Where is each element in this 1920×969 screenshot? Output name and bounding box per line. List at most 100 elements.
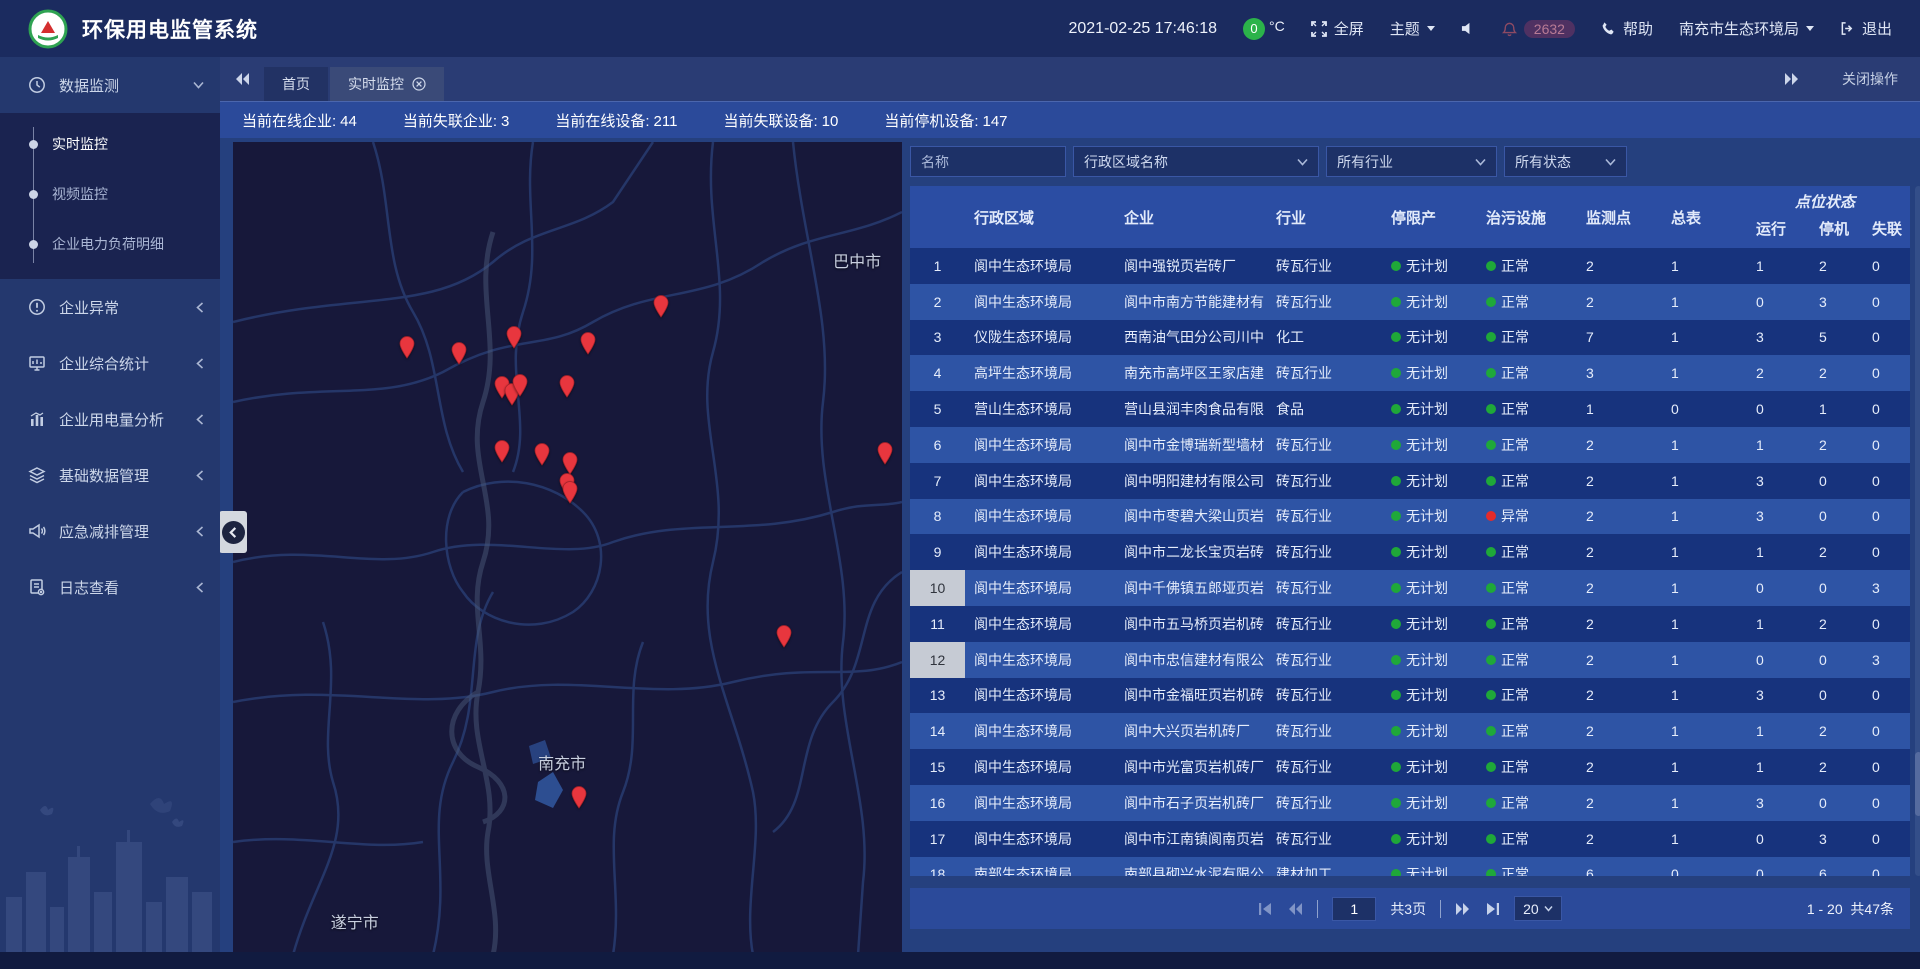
table-row[interactable]: 7阆中生态环境局阆中明阳建材有限公司砖瓦行业无计划正常21300 [910, 463, 1910, 499]
last-page-icon[interactable] [1485, 902, 1500, 916]
table-row[interactable]: 12阆中生态环境局阆中市忠信建材有限公砖瓦行业无计划正常21003 [910, 642, 1910, 678]
table-row[interactable]: 13阆中生态环境局阆中市金福旺页岩机砖砖瓦行业无计划正常21300 [910, 678, 1910, 714]
map-marker-pin[interactable] [570, 785, 588, 809]
table-row[interactable]: 11阆中生态环境局阆中市五马桥页岩机砖砖瓦行业无计划正常21120 [910, 606, 1910, 642]
tabs-scroll-left-icon[interactable] [220, 72, 264, 86]
close-icon[interactable] [412, 77, 426, 91]
table-row[interactable]: 6阆中生态环境局阆中市金博瑞新型墙材砖瓦行业无计划正常21120 [910, 427, 1910, 463]
map-marker-pin[interactable] [450, 341, 468, 365]
map-marker-pin[interactable] [533, 442, 551, 466]
map-marker-pin[interactable] [579, 331, 597, 355]
cell-limit: 无计划 [1382, 248, 1477, 284]
help-button[interactable]: 帮助 [1601, 18, 1653, 39]
sidebar-item-3[interactable]: 企业用电量分析 [0, 391, 220, 447]
sidebar-item-1[interactable]: 企业异常 [0, 279, 220, 335]
next-page-icon[interactable] [1455, 902, 1471, 916]
notifications-button[interactable]: 2632 [1502, 20, 1575, 38]
mute-button[interactable] [1461, 21, 1476, 36]
table-scrollbar[interactable] [1915, 186, 1920, 876]
cell-company: 阆中大兴页岩机砖厂 [1115, 713, 1267, 749]
page-input[interactable] [1332, 897, 1376, 921]
sidebar-subitem-0[interactable]: 实时监控 [0, 119, 220, 169]
cell-lost: 3 [1860, 570, 1910, 606]
scrollbar-thumb[interactable] [1915, 752, 1920, 816]
table-row[interactable]: 4高坪生态环境局南充市高坪区王家店建砖瓦行业无计划正常31220 [910, 355, 1910, 391]
table-row[interactable]: 14阆中生态环境局阆中大兴页岩机砖厂砖瓦行业无计划正常21120 [910, 713, 1910, 749]
filter-bar: 行政区域名称 所有行业 所有状态 [910, 146, 1627, 177]
cell-company: 阆中强锐页岩砖厂 [1115, 248, 1267, 284]
tab-1[interactable]: 实时监控 [330, 67, 444, 101]
table-row[interactable]: 17阆中生态环境局阆中市江南镇阆南页岩砖瓦行业无计划正常21030 [910, 821, 1910, 857]
map-marker-pin[interactable] [876, 441, 894, 465]
map-marker-pin[interactable] [398, 335, 416, 359]
status-dot-icon [1486, 655, 1496, 665]
table-row[interactable]: 1阆中生态环境局阆中强锐页岩砖厂砖瓦行业无计划正常21120 [910, 248, 1910, 284]
table-row[interactable]: 16阆中生态环境局阆中市石子页岩机砖厂砖瓦行业无计划正常21300 [910, 785, 1910, 821]
sidebar-subitem-1[interactable]: 视频监控 [0, 169, 220, 219]
stat-item: 当前在线设备:211 [555, 110, 677, 131]
table-row[interactable]: 3仪陇生态环境局西南油气田分公司川中化工无计划正常71350 [910, 320, 1910, 356]
map-collapse-button[interactable] [219, 511, 247, 553]
stat-value: 10 [822, 113, 839, 130]
table-row[interactable]: 5营山生态环境局营山县润丰肉食品有限食品无计划正常10010 [910, 391, 1910, 427]
prev-page-icon[interactable] [1287, 902, 1303, 916]
stats-bar: 当前在线企业:44当前失联企业:3当前在线设备:211当前失联设备:10当前停机… [220, 102, 1920, 138]
region-select[interactable]: 行政区域名称 [1073, 146, 1319, 177]
close-operations-button[interactable]: 关闭操作 [1842, 69, 1898, 89]
status-dot-icon [1486, 583, 1496, 593]
page-size-select[interactable]: 20 [1514, 896, 1562, 921]
sidebar-item-2[interactable]: 企业综合统计 [0, 335, 220, 391]
name-filter-input[interactable] [910, 146, 1066, 177]
cell-company: 阆中市枣碧大梁山页岩 [1115, 499, 1267, 535]
status-dot-icon [1391, 583, 1401, 593]
bullet-dot-icon [29, 140, 38, 149]
map-marker-pin[interactable] [775, 624, 793, 648]
theme-dropdown[interactable]: 主题 [1390, 18, 1435, 39]
total-pages-label: 共3页 [1390, 899, 1426, 919]
fullscreen-button[interactable]: 全屏 [1311, 18, 1364, 39]
sidebar-subitem-2[interactable]: 企业电力负荷明细 [0, 219, 220, 269]
map-marker-pin[interactable] [511, 373, 529, 397]
temperature-widget: 0 °C [1243, 18, 1285, 40]
cell-industry: 砖瓦行业 [1267, 713, 1382, 749]
table-row[interactable]: 15阆中生态环境局阆中市光富页岩机砖厂砖瓦行业无计划正常21120 [910, 749, 1910, 785]
map-roads [233, 142, 902, 955]
cell-region: 仪陇生态环境局 [965, 320, 1115, 356]
sidebar-item-4[interactable]: 基础数据管理 [0, 447, 220, 503]
logout-icon [1840, 21, 1855, 36]
sidebar-item-0[interactable]: 数据监测 [0, 57, 220, 113]
table-row[interactable]: 8阆中生态环境局阆中市枣碧大梁山页岩砖瓦行业无计划异常21300 [910, 499, 1910, 535]
map-marker-pin[interactable] [505, 325, 523, 349]
cell-industry: 砖瓦行业 [1267, 749, 1382, 785]
cell-stop: 2 [1805, 248, 1860, 284]
first-page-icon[interactable] [1258, 902, 1273, 916]
tabs: 首页实时监控 [264, 57, 444, 101]
tab-0[interactable]: 首页 [264, 67, 328, 101]
industry-select[interactable]: 所有行业 [1326, 146, 1497, 177]
logout-button[interactable]: 退出 [1840, 18, 1892, 39]
sidebar-item-6[interactable]: 日志查看 [0, 559, 220, 615]
table-row[interactable]: 10阆中生态环境局阆中千佛镇五郎垭页岩砖瓦行业无计划正常21003 [910, 570, 1910, 606]
cell-lost: 0 [1860, 284, 1910, 320]
col-industry: 行业 [1267, 186, 1382, 248]
chevron-down-icon [1806, 26, 1814, 31]
chevron-left-icon [222, 521, 245, 544]
map-marker-pin[interactable] [652, 294, 670, 318]
map-marker-pin[interactable] [493, 439, 511, 463]
map-marker-pin[interactable] [558, 374, 576, 398]
table-row[interactable]: 9阆中生态环境局阆中市二龙长宝页岩砖砖瓦行业无计划正常21120 [910, 534, 1910, 570]
table-row[interactable]: 18南部生态环境局南部县砌兴水泥有限公建材加工无计划正常60060 [910, 857, 1910, 876]
cell-stop: 3 [1805, 284, 1860, 320]
table-row[interactable]: 2阆中生态环境局阆中市南方节能建材有砖瓦行业无计划正常21030 [910, 284, 1910, 320]
cell-facility: 正常 [1477, 248, 1570, 284]
org-dropdown[interactable]: 南充市生态环境局 [1679, 18, 1814, 39]
status-select[interactable]: 所有状态 [1504, 146, 1627, 177]
cell-facility: 正常 [1477, 427, 1570, 463]
map-panel[interactable]: 巴中市南充市遂宁市 [233, 142, 902, 955]
col-lost: 失联 [1860, 216, 1910, 239]
tabs-scroll-right-icon[interactable] [1770, 72, 1814, 86]
sidebar-item-5[interactable]: 应急减排管理 [0, 503, 220, 559]
page-title: 环保用电监管系统 [82, 14, 258, 44]
chevron-down-icon [1297, 158, 1308, 166]
map-marker-pin[interactable] [561, 480, 579, 504]
